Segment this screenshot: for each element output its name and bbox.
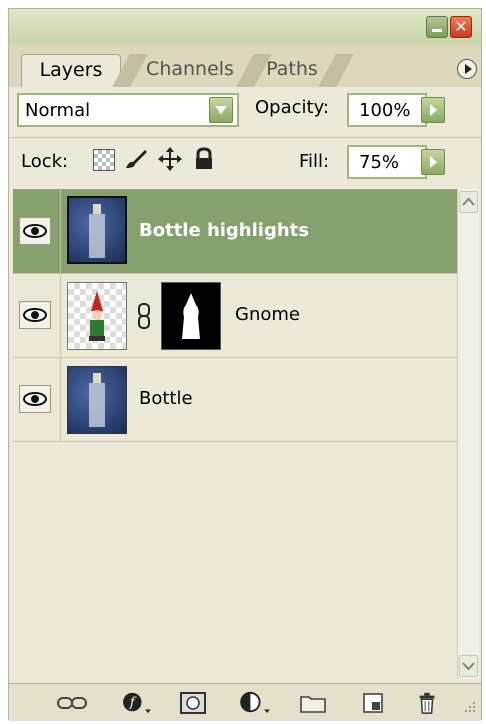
panel-menu-button[interactable] bbox=[457, 59, 477, 79]
divider bbox=[9, 137, 481, 138]
layer-name[interactable]: Gnome bbox=[235, 304, 300, 325]
chain-link-icon[interactable] bbox=[137, 302, 151, 330]
visibility-cell bbox=[13, 358, 61, 441]
opacity-slider-button[interactable] bbox=[421, 97, 445, 123]
blend-mode-value: Normal bbox=[25, 100, 91, 121]
fill-slider-button[interactable] bbox=[421, 149, 445, 175]
lock-image-brush-icon[interactable] bbox=[123, 147, 149, 171]
fill-value: 75% bbox=[359, 152, 400, 173]
layer-thumbnail-gnome[interactable] bbox=[67, 282, 127, 350]
layer-name[interactable]: Bottle bbox=[139, 388, 193, 409]
tab-layers[interactable]: Layers bbox=[21, 54, 121, 87]
blend-mode-dropdown-button[interactable] bbox=[209, 97, 233, 123]
eye-icon[interactable] bbox=[19, 385, 51, 413]
layers-list: Bottle highlights Gnome Bottle bbox=[13, 189, 457, 680]
layers-bottom-toolbar: f bbox=[9, 683, 481, 721]
layer-name[interactable]: Bottle highlights bbox=[139, 220, 309, 241]
lock-transparency-icon[interactable] bbox=[93, 149, 115, 171]
opacity-field[interactable]: 100% bbox=[347, 93, 427, 127]
opacity-value: 100% bbox=[359, 100, 411, 121]
layers-scrollbar[interactable] bbox=[457, 189, 479, 679]
lock-label: Lock: bbox=[21, 151, 69, 172]
blend-mode-select[interactable]: Normal bbox=[17, 93, 239, 127]
lock-position-move-icon[interactable] bbox=[157, 146, 183, 172]
tab-channels[interactable]: Channels bbox=[135, 54, 245, 87]
layers-panel: ✕ Layers Channels Paths Normal Opacity: … bbox=[8, 8, 482, 721]
panel-title-bar[interactable]: ✕ bbox=[9, 9, 481, 46]
layer-style-icon[interactable]: f bbox=[119, 691, 153, 715]
fill-label: Fill: bbox=[299, 151, 330, 172]
delete-trash-icon[interactable] bbox=[415, 691, 439, 715]
tab-paths[interactable]: Paths bbox=[257, 54, 327, 87]
layer-row-bottle[interactable]: Bottle bbox=[13, 358, 457, 442]
eye-icon[interactable] bbox=[19, 217, 51, 245]
visibility-cell bbox=[13, 274, 61, 357]
panel-tabs: Layers Channels Paths bbox=[9, 45, 481, 87]
link-layers-icon[interactable] bbox=[55, 691, 89, 715]
eye-icon[interactable] bbox=[19, 301, 51, 329]
resize-grip-icon[interactable] bbox=[461, 700, 477, 716]
close-button[interactable]: ✕ bbox=[450, 16, 472, 38]
layer-mask-thumbnail-gnome[interactable] bbox=[161, 282, 221, 350]
new-layer-icon[interactable] bbox=[361, 691, 385, 715]
adjustment-layer-icon[interactable] bbox=[237, 691, 273, 715]
scroll-down-button[interactable] bbox=[459, 655, 478, 677]
opacity-label: Opacity: bbox=[255, 97, 329, 118]
layer-row-bottle-highlights[interactable]: Bottle highlights bbox=[13, 190, 457, 274]
fill-field[interactable]: 75% bbox=[347, 145, 427, 179]
layer-thumbnail-bottle-highlights[interactable] bbox=[67, 196, 127, 264]
minimize-button[interactable] bbox=[426, 16, 448, 38]
layer-row-gnome[interactable]: Gnome bbox=[13, 274, 457, 358]
scroll-up-button[interactable] bbox=[459, 191, 478, 213]
lock-all-padlock-icon[interactable] bbox=[193, 147, 215, 171]
visibility-cell bbox=[13, 190, 61, 273]
layer-thumbnail-bottle[interactable] bbox=[67, 366, 127, 434]
add-mask-icon[interactable] bbox=[179, 691, 207, 715]
new-group-folder-icon[interactable] bbox=[299, 691, 327, 715]
